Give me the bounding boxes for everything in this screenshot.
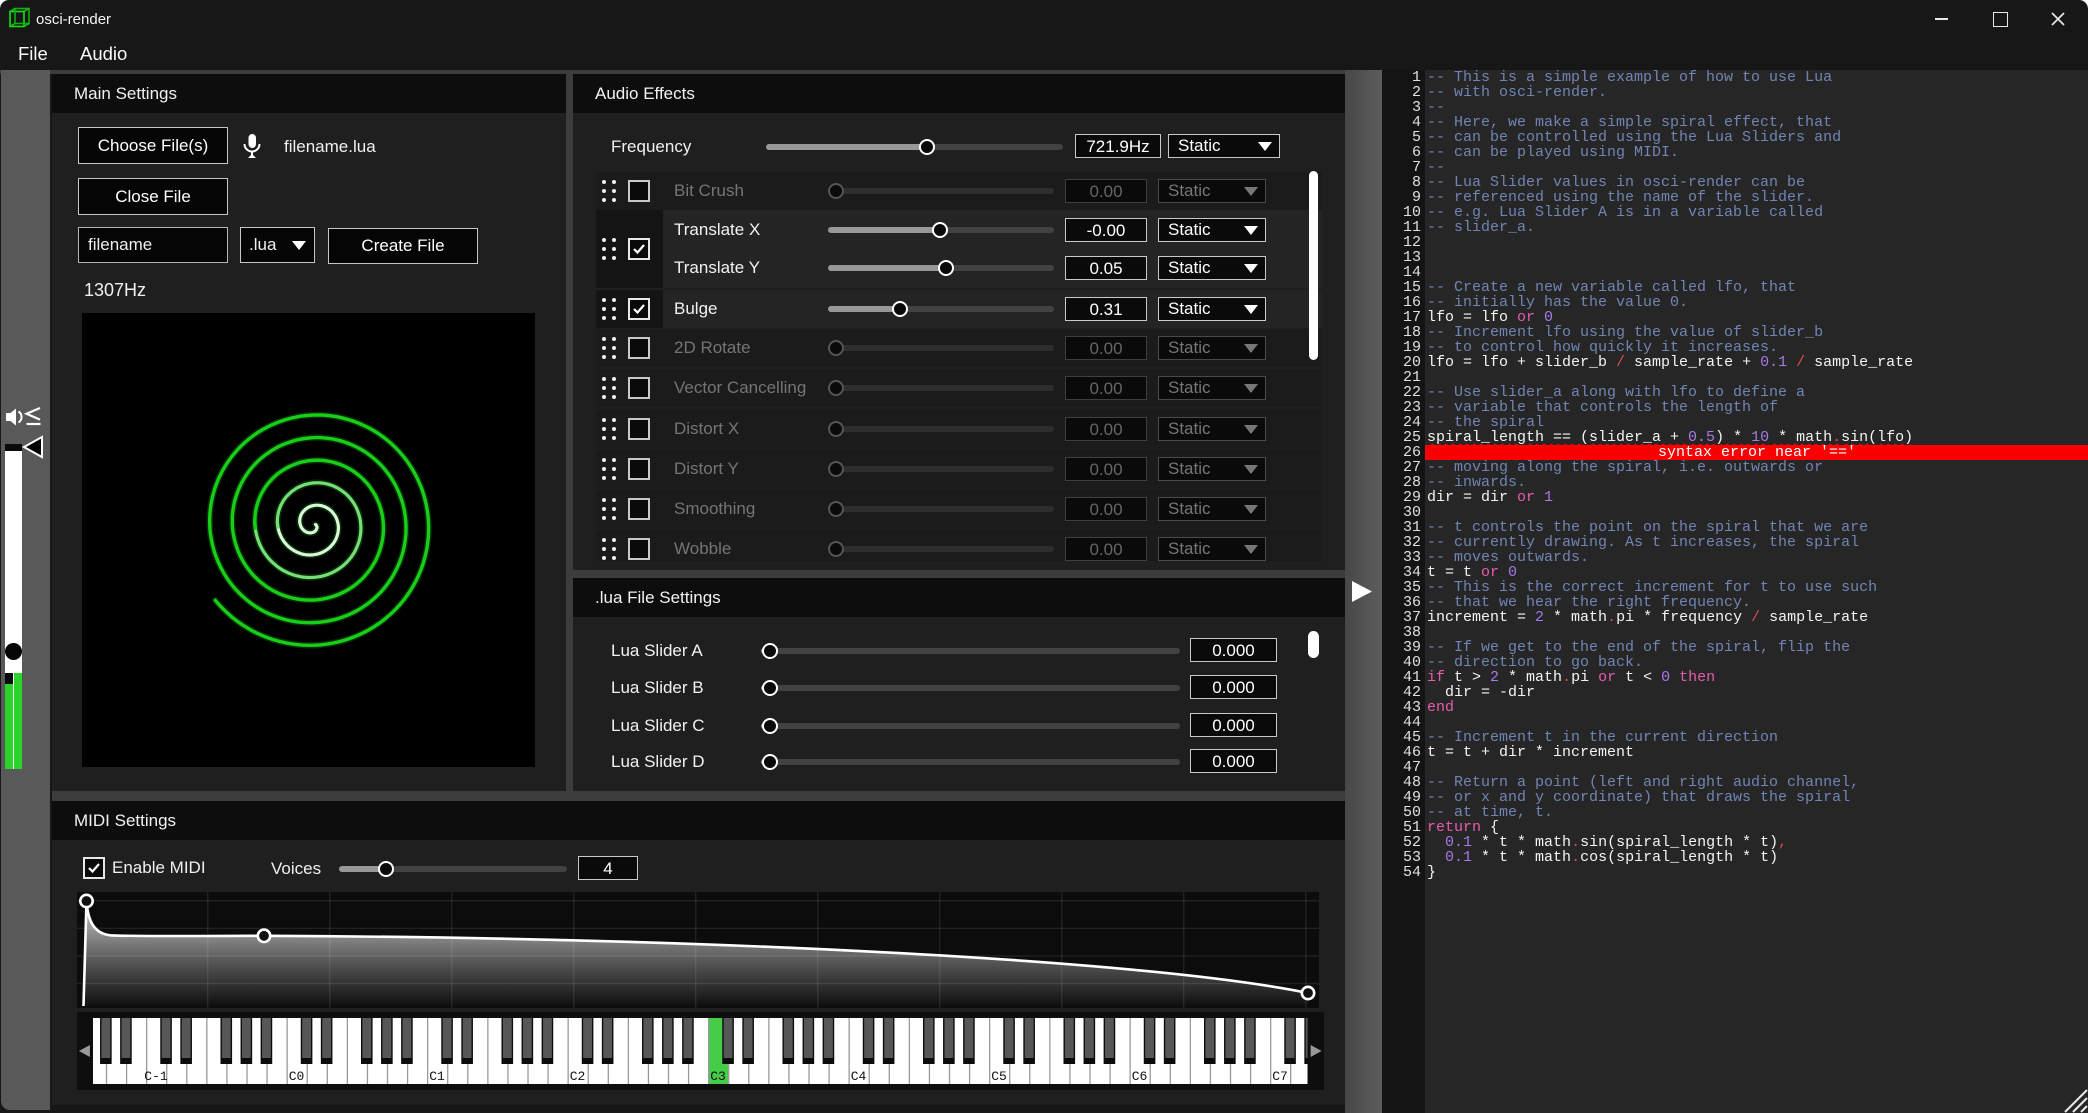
svg-text:C-1: C-1 [144,1069,168,1084]
svg-text:C5: C5 [991,1069,1007,1084]
svg-text:C6: C6 [1132,1069,1148,1084]
svg-text:C0: C0 [289,1069,305,1084]
svg-text:C1: C1 [429,1069,445,1084]
svg-text:C7: C7 [1272,1069,1288,1084]
svg-text:C4: C4 [851,1069,867,1084]
svg-text:C2: C2 [570,1069,586,1084]
svg-text:C3: C3 [710,1069,726,1084]
